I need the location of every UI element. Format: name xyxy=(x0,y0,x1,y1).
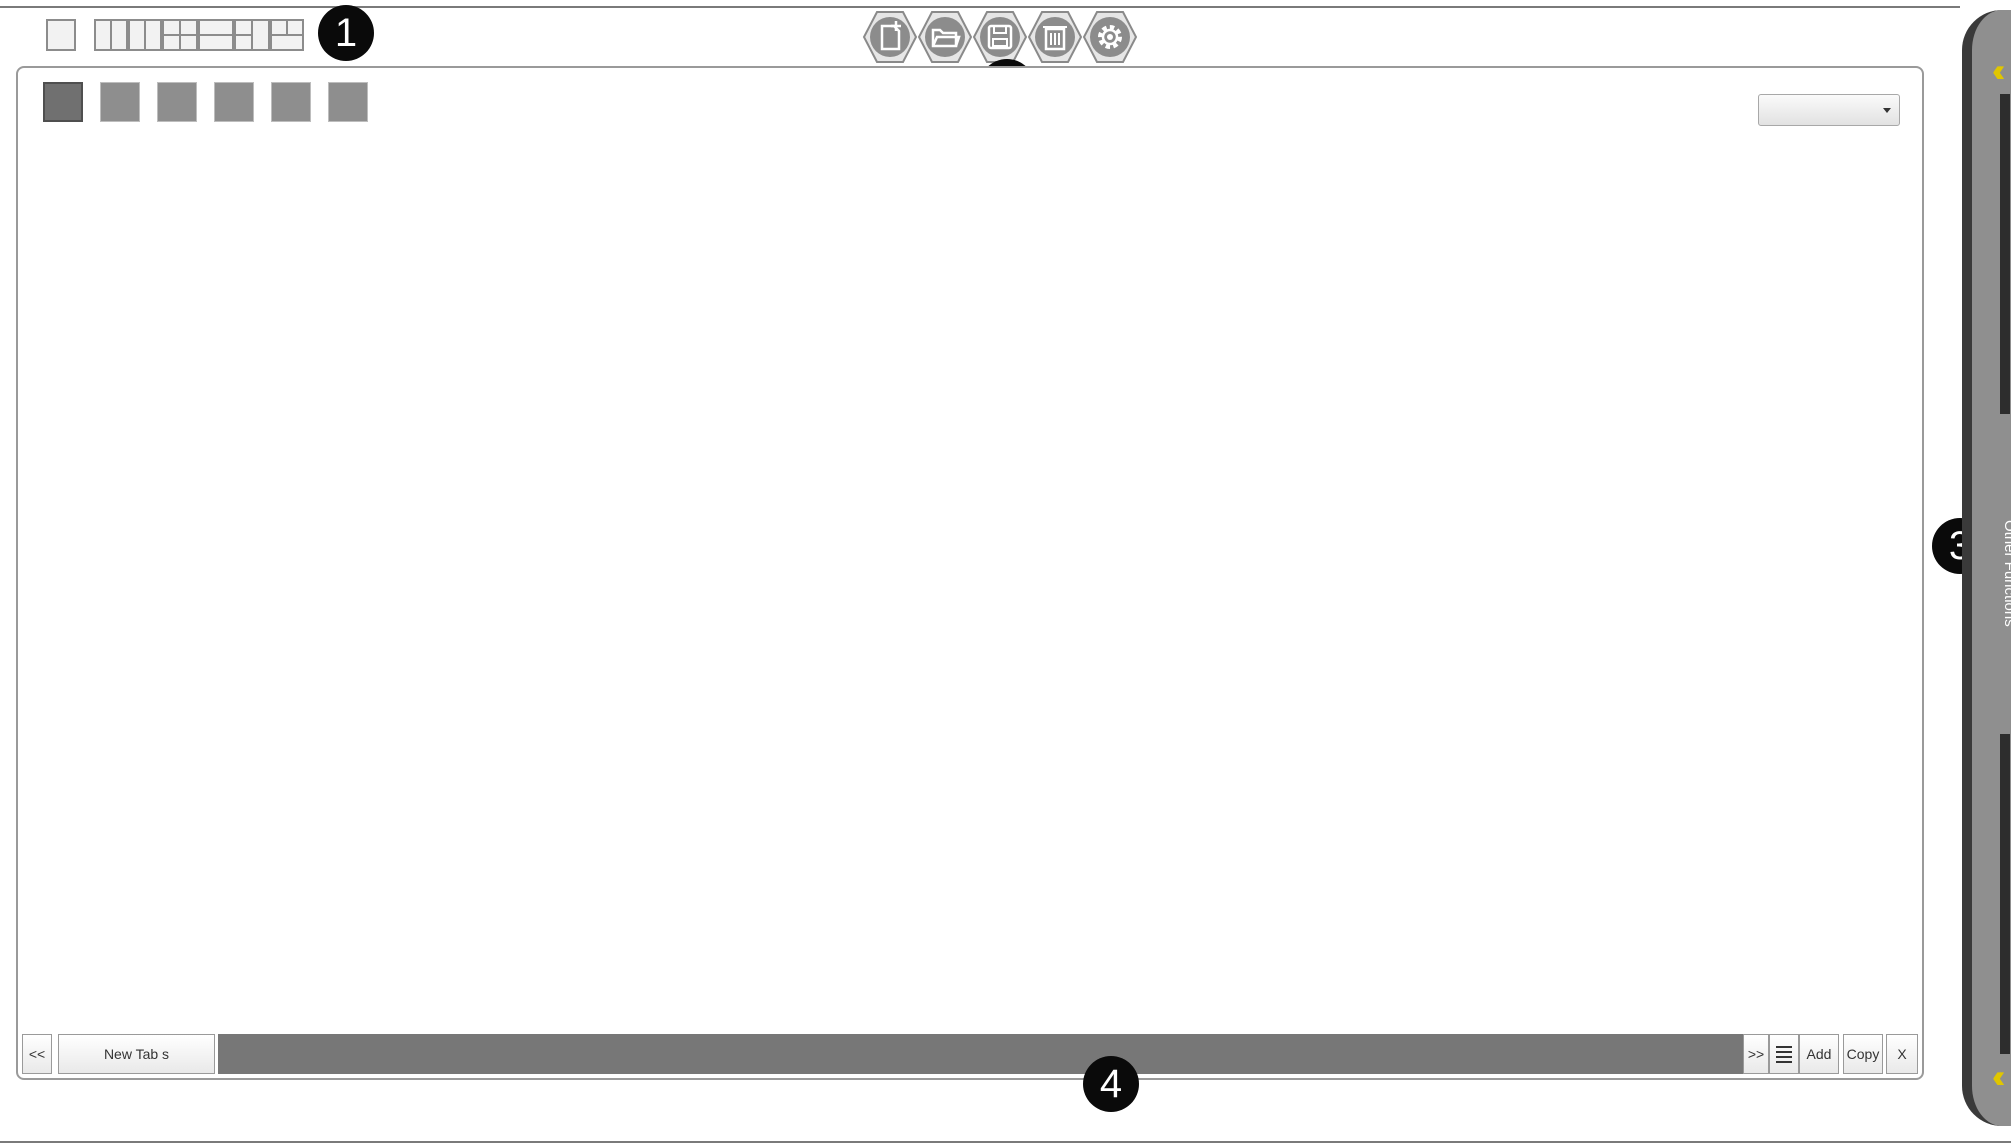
swatch-4[interactable] xyxy=(214,82,254,122)
side-scroll-track-bottom xyxy=(2000,734,2010,1054)
side-panel-label: Other Functions xyxy=(2001,520,2011,627)
delete-button[interactable] xyxy=(1027,11,1083,63)
open-folder-button[interactable] xyxy=(917,11,973,63)
pane-divider xyxy=(286,21,288,34)
copy-tab-button[interactable]: Copy xyxy=(1843,1034,1883,1074)
swatch-1[interactable] xyxy=(43,82,83,122)
two-column-layout-button[interactable] xyxy=(94,19,128,51)
three-pane-layout-button[interactable] xyxy=(234,19,270,51)
swatch-3[interactable] xyxy=(157,82,197,122)
pane-divider xyxy=(251,21,253,49)
next-tab-button[interactable]: >> xyxy=(1743,1034,1769,1074)
single-layout-button[interactable] xyxy=(46,19,76,51)
main-panel: << New Tab s >> Add Copy X xyxy=(16,66,1924,1080)
t-layout-button[interactable] xyxy=(270,19,304,51)
new-file-button[interactable] xyxy=(862,11,918,63)
callout-1: 1 xyxy=(318,5,374,61)
two-row-layout-button[interactable] xyxy=(198,19,234,51)
swatch-2[interactable] xyxy=(100,82,140,122)
gear-icon xyxy=(1098,25,1122,49)
swatch-6[interactable] xyxy=(328,82,368,122)
prev-tab-button[interactable]: << xyxy=(22,1034,52,1074)
add-tab-button[interactable]: Add xyxy=(1799,1034,1839,1074)
save-button[interactable] xyxy=(972,11,1028,63)
pane-divider xyxy=(110,21,112,49)
pane-divider xyxy=(272,34,302,36)
pane-divider xyxy=(200,34,232,36)
bottom-frame-line xyxy=(0,1141,2011,1143)
swatch-5[interactable] xyxy=(271,82,311,122)
settings-button[interactable] xyxy=(1082,11,1138,63)
quad-layout-button[interactable] xyxy=(162,19,198,51)
tab-list-button[interactable] xyxy=(1769,1034,1799,1074)
tab-new-tabs[interactable]: New Tab s xyxy=(58,1034,215,1074)
pane-divider xyxy=(144,21,146,49)
view-dropdown[interactable] xyxy=(1758,94,1900,126)
side-scroll-track-top xyxy=(2000,94,2010,414)
collapse-chevron-icon[interactable]: ‹‹ xyxy=(1992,52,2006,89)
expand-chevron-icon[interactable]: ‹‹ xyxy=(1992,1058,2006,1095)
pane-divider xyxy=(236,34,251,36)
tab-strip xyxy=(218,1034,1743,1074)
chevron-down-icon xyxy=(1883,108,1891,113)
pane-divider xyxy=(164,34,196,36)
close-tab-button[interactable]: X xyxy=(1886,1034,1918,1074)
tab-bar: << New Tab s >> Add Copy X xyxy=(22,1034,1918,1074)
two-column-layout-alt-button[interactable] xyxy=(128,19,162,51)
list-icon xyxy=(1776,1046,1792,1063)
other-functions-panel[interactable]: ‹‹ Other Functions ‹‹ xyxy=(1962,10,2011,1126)
callout-4: 4 xyxy=(1083,1056,1139,1112)
